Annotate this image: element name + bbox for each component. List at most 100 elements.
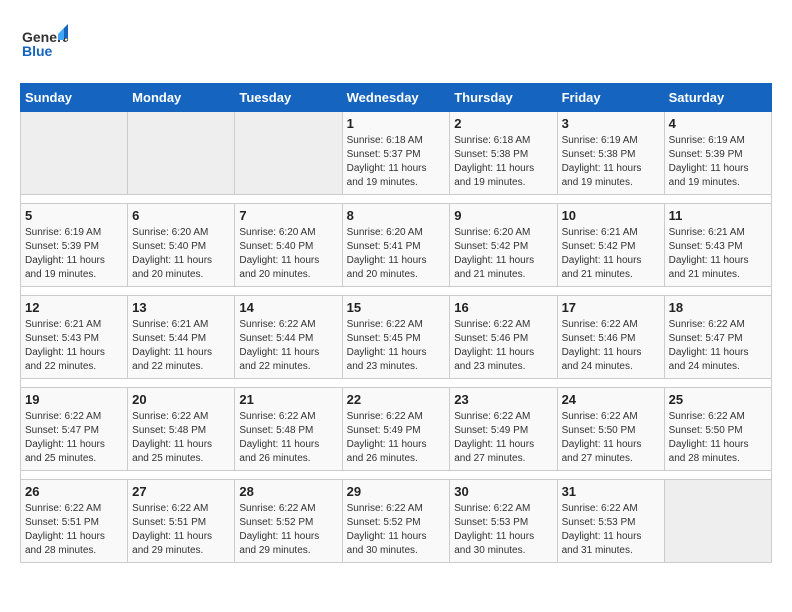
calendar-cell: 13 Sunrise: 6:21 AM Sunset: 5:44 PM Dayli… <box>128 296 235 379</box>
day-info: Sunrise: 6:22 AM Sunset: 5:50 PM Dayligh… <box>669 410 767 466</box>
calendar-cell: 19 Sunrise: 6:22 AM Sunset: 5:47 PM Dayli… <box>21 388 128 471</box>
calendar-cell: 28 Sunrise: 6:22 AM Sunset: 5:52 PM Dayli… <box>235 480 342 563</box>
calendar-cell: 25 Sunrise: 6:22 AM Sunset: 5:50 PM Dayli… <box>664 388 771 471</box>
day-info: Sunrise: 6:22 AM Sunset: 5:52 PM Dayligh… <box>239 502 337 558</box>
calendar-cell: 22Sunrise: 6:22 AM Sunset: 5:49 PM Dayli… <box>342 388 450 471</box>
day-info: Sunrise: 6:19 AM Sunset: 5:39 PM Dayligh… <box>669 134 767 190</box>
day-info: Sunrise: 6:22 AM Sunset: 5:50 PM Dayligh… <box>562 410 660 466</box>
day-info: Sunrise: 6:18 AM Sunset: 5:38 PM Dayligh… <box>454 134 552 190</box>
calendar-week-row: 12Sunrise: 6:21 AM Sunset: 5:43 PM Dayli… <box>21 296 772 379</box>
calendar-cell: 16 Sunrise: 6:22 AM Sunset: 5:46 PM Dayli… <box>450 296 557 379</box>
day-number: 18 <box>669 300 767 315</box>
calendar-cell: 15Sunrise: 6:22 AM Sunset: 5:45 PM Dayli… <box>342 296 450 379</box>
day-number: 6 <box>132 208 230 223</box>
separator-cell <box>21 379 772 388</box>
calendar-cell: 3 Sunrise: 6:19 AM Sunset: 5:38 PM Daylig… <box>557 112 664 195</box>
day-info: Sunrise: 6:22 AM Sunset: 5:53 PM Dayligh… <box>454 502 552 558</box>
day-number: 25 <box>669 392 767 407</box>
day-number: 30 <box>454 484 552 499</box>
calendar-cell: 17Sunrise: 6:22 AM Sunset: 5:46 PM Dayli… <box>557 296 664 379</box>
calendar-cell: 7Sunrise: 6:20 AM Sunset: 5:40 PM Daylig… <box>235 204 342 287</box>
day-number: 9 <box>454 208 552 223</box>
day-number: 23 <box>454 392 552 407</box>
day-info: Sunrise: 6:21 AM Sunset: 5:43 PM Dayligh… <box>25 318 123 374</box>
calendar-cell: 27 Sunrise: 6:22 AM Sunset: 5:51 PM Dayli… <box>128 480 235 563</box>
page: General Blue SundayMondayTuesdayWednesda… <box>0 0 792 573</box>
calendar-cell <box>21 112 128 195</box>
header: General Blue <box>20 20 772 73</box>
calendar-header-tuesday: Tuesday <box>235 84 342 112</box>
calendar-header-thursday: Thursday <box>450 84 557 112</box>
calendar-header-wednesday: Wednesday <box>342 84 450 112</box>
day-number: 13 <box>132 300 230 315</box>
week-separator <box>21 471 772 480</box>
day-number: 5 <box>25 208 123 223</box>
week-separator <box>21 379 772 388</box>
day-info: Sunrise: 6:20 AM Sunset: 5:40 PM Dayligh… <box>132 226 230 282</box>
calendar-cell: 26 Sunrise: 6:22 AM Sunset: 5:51 PM Dayli… <box>21 480 128 563</box>
calendar-cell: 4 Sunrise: 6:19 AM Sunset: 5:39 PM Daylig… <box>664 112 771 195</box>
day-info: Sunrise: 6:22 AM Sunset: 5:47 PM Dayligh… <box>25 410 123 466</box>
calendar-table: SundayMondayTuesdayWednesdayThursdayFrid… <box>20 83 772 563</box>
day-info: Sunrise: 6:22 AM Sunset: 5:51 PM Dayligh… <box>25 502 123 558</box>
day-number: 1 <box>347 116 446 131</box>
day-number: 24 <box>562 392 660 407</box>
calendar-cell: 1 Sunrise: 6:18 AM Sunset: 5:37 PM Daylig… <box>342 112 450 195</box>
day-info: Sunrise: 6:22 AM Sunset: 5:49 PM Dayligh… <box>454 410 552 466</box>
day-number: 19 <box>25 392 123 407</box>
calendar-cell: 8Sunrise: 6:20 AM Sunset: 5:41 PM Daylig… <box>342 204 450 287</box>
day-info: Sunrise: 6:20 AM Sunset: 5:42 PM Dayligh… <box>454 226 552 282</box>
day-info: Sunrise: 6:22 AM Sunset: 5:51 PM Dayligh… <box>132 502 230 558</box>
calendar-cell: 14Sunrise: 6:22 AM Sunset: 5:44 PM Dayli… <box>235 296 342 379</box>
day-number: 8 <box>347 208 446 223</box>
calendar-cell <box>235 112 342 195</box>
calendar-cell: 12Sunrise: 6:21 AM Sunset: 5:43 PM Dayli… <box>21 296 128 379</box>
day-number: 16 <box>454 300 552 315</box>
calendar-header-row: SundayMondayTuesdayWednesdayThursdayFrid… <box>21 84 772 112</box>
calendar-cell: 11Sunrise: 6:21 AM Sunset: 5:43 PM Dayli… <box>664 204 771 287</box>
day-number: 15 <box>347 300 446 315</box>
week-separator <box>21 287 772 296</box>
day-info: Sunrise: 6:22 AM Sunset: 5:46 PM Dayligh… <box>562 318 660 374</box>
day-info: Sunrise: 6:22 AM Sunset: 5:48 PM Dayligh… <box>239 410 337 466</box>
day-number: 27 <box>132 484 230 499</box>
calendar-cell: 30 Sunrise: 6:22 AM Sunset: 5:53 PM Dayli… <box>450 480 557 563</box>
calendar-week-row: 1 Sunrise: 6:18 AM Sunset: 5:37 PM Daylig… <box>21 112 772 195</box>
calendar-cell: 18 Sunrise: 6:22 AM Sunset: 5:47 PM Dayli… <box>664 296 771 379</box>
calendar-cell: 31Sunrise: 6:22 AM Sunset: 5:53 PM Dayli… <box>557 480 664 563</box>
day-info: Sunrise: 6:19 AM Sunset: 5:39 PM Dayligh… <box>25 226 123 282</box>
day-number: 26 <box>25 484 123 499</box>
day-number: 28 <box>239 484 337 499</box>
day-number: 7 <box>239 208 337 223</box>
day-info: Sunrise: 6:18 AM Sunset: 5:37 PM Dayligh… <box>347 134 446 190</box>
calendar-cell <box>664 480 771 563</box>
calendar-cell: 9 Sunrise: 6:20 AM Sunset: 5:42 PM Daylig… <box>450 204 557 287</box>
day-number: 4 <box>669 116 767 131</box>
day-number: 10 <box>562 208 660 223</box>
calendar-header-friday: Friday <box>557 84 664 112</box>
day-info: Sunrise: 6:21 AM Sunset: 5:42 PM Dayligh… <box>562 226 660 282</box>
day-info: Sunrise: 6:19 AM Sunset: 5:38 PM Dayligh… <box>562 134 660 190</box>
calendar-cell <box>128 112 235 195</box>
day-number: 20 <box>132 392 230 407</box>
calendar-week-row: 5 Sunrise: 6:19 AM Sunset: 5:39 PM Daylig… <box>21 204 772 287</box>
calendar-cell: 20Sunrise: 6:22 AM Sunset: 5:48 PM Dayli… <box>128 388 235 471</box>
separator-cell <box>21 195 772 204</box>
day-info: Sunrise: 6:22 AM Sunset: 5:47 PM Dayligh… <box>669 318 767 374</box>
calendar-cell: 23 Sunrise: 6:22 AM Sunset: 5:49 PM Dayli… <box>450 388 557 471</box>
logo: General Blue <box>20 20 68 73</box>
calendar-header-sunday: Sunday <box>21 84 128 112</box>
day-info: Sunrise: 6:21 AM Sunset: 5:44 PM Dayligh… <box>132 318 230 374</box>
day-info: Sunrise: 6:22 AM Sunset: 5:53 PM Dayligh… <box>562 502 660 558</box>
day-number: 22 <box>347 392 446 407</box>
separator-cell <box>21 471 772 480</box>
calendar-header-monday: Monday <box>128 84 235 112</box>
day-info: Sunrise: 6:22 AM Sunset: 5:46 PM Dayligh… <box>454 318 552 374</box>
day-number: 3 <box>562 116 660 131</box>
calendar-cell: 24 Sunrise: 6:22 AM Sunset: 5:50 PM Dayli… <box>557 388 664 471</box>
day-info: Sunrise: 6:22 AM Sunset: 5:52 PM Dayligh… <box>347 502 446 558</box>
logo-icon: General Blue <box>20 20 68 68</box>
day-number: 21 <box>239 392 337 407</box>
week-separator <box>21 195 772 204</box>
calendar-week-row: 26 Sunrise: 6:22 AM Sunset: 5:51 PM Dayli… <box>21 480 772 563</box>
